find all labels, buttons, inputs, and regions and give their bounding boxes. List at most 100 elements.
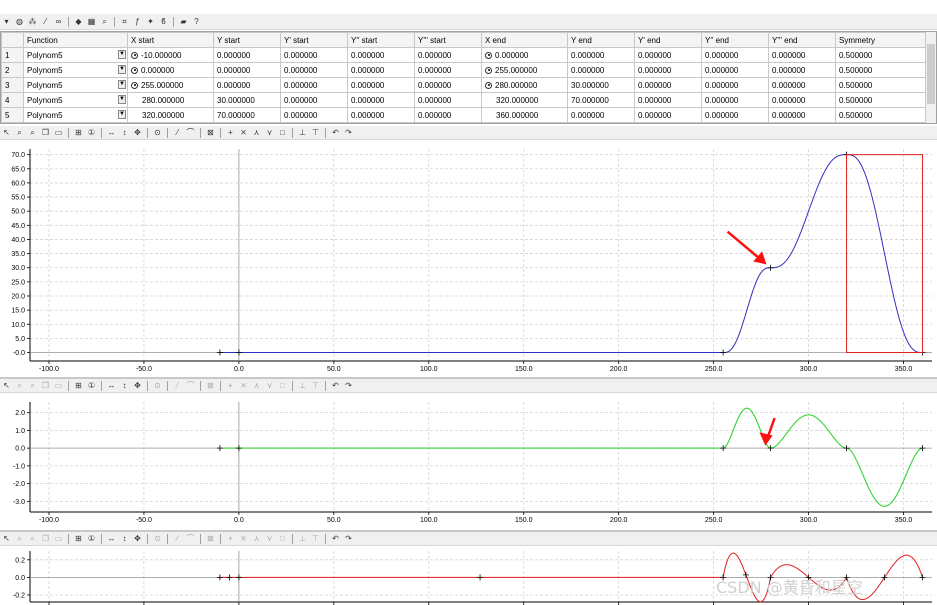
cell-y2s[interactable]: 0.000000 xyxy=(347,107,415,123)
row-number[interactable]: 3 xyxy=(1,77,24,93)
merge-icon[interactable]: ⋏ xyxy=(251,533,262,544)
split-icon[interactable]: ⨯ xyxy=(238,380,249,391)
function-dropdown-button[interactable]: ▼ xyxy=(118,50,126,59)
cell-sym[interactable]: 0.500000 xyxy=(835,77,927,93)
cell-ye[interactable]: 70.000000 xyxy=(567,92,635,108)
stretch-h-icon[interactable]: ↔ xyxy=(106,380,117,391)
cell-fn[interactable]: Polynom5 ▼ xyxy=(23,107,128,123)
merge-icon[interactable]: ⋏ xyxy=(251,380,262,391)
cell-ys[interactable]: 30.000000 xyxy=(213,92,281,108)
formula-icon[interactable]: ƒ xyxy=(132,16,143,27)
column-header[interactable]: Symmetry xyxy=(835,32,927,48)
delete-icon[interactable]: ⊠ xyxy=(205,127,216,138)
calc-icon[interactable]: ▦ xyxy=(86,16,97,27)
mirror-v-icon[interactable]: ⊤ xyxy=(310,533,321,544)
node-icon[interactable]: ✦ xyxy=(145,16,156,27)
cell-xs[interactable]: 0.000000 xyxy=(127,62,214,78)
cell-fn[interactable]: Polynom5 ▼ xyxy=(23,92,128,108)
function-dropdown-button[interactable]: ▼ xyxy=(118,95,126,104)
cell-y2e[interactable]: 0.000000 xyxy=(701,92,769,108)
table-row[interactable]: 2 Polynom5 ▼ 0.000000 0.000000 0.000000 0.0000… xyxy=(1,62,927,78)
column-header[interactable]: Y' start xyxy=(280,32,348,48)
cell-xs[interactable]: -10.000000 xyxy=(127,47,214,63)
delete-icon[interactable]: ⊠ xyxy=(205,380,216,391)
curve-icon[interactable]: ⌒ xyxy=(185,533,196,544)
stop-icon[interactable]: □ xyxy=(277,127,288,138)
cell-y1e[interactable]: 0.000000 xyxy=(634,62,702,78)
column-header[interactable]: Y'' start xyxy=(347,32,415,48)
radio-icon[interactable] xyxy=(131,51,138,59)
cell-xs[interactable]: 255.000000 xyxy=(127,77,214,93)
mirror-h-icon[interactable]: ⊥ xyxy=(297,380,308,391)
point-icon[interactable]: + xyxy=(225,533,236,544)
column-header[interactable] xyxy=(1,32,24,48)
cell-ye[interactable]: 0.000000 xyxy=(567,107,635,123)
table-scrollbar[interactable] xyxy=(925,32,936,123)
cell-y1e[interactable]: 0.000000 xyxy=(634,92,702,108)
clone-icon[interactable]: ❐ xyxy=(40,533,51,544)
cell-ys[interactable]: 0.000000 xyxy=(213,47,281,63)
velocity-chart-svg[interactable]: -100.0 -50.0 0.0 50.0 100.0 150.0 200.0 250.0 30… xyxy=(0,394,937,530)
cell-xe[interactable]: 320.000000 xyxy=(481,92,568,108)
help-icon[interactable]: ? xyxy=(191,16,202,27)
cell-sym[interactable]: 0.500000 xyxy=(835,92,927,108)
globe-icon[interactable]: ◍ xyxy=(14,16,25,27)
row-number[interactable]: 1 xyxy=(1,47,24,63)
join-icon[interactable]: ⋎ xyxy=(264,127,275,138)
info-icon[interactable]: ① xyxy=(86,380,97,391)
radio-icon[interactable] xyxy=(485,66,492,74)
cell-y3e[interactable]: 0.000000 xyxy=(768,62,836,78)
point-icon[interactable]: + xyxy=(225,380,236,391)
link-icon[interactable]: ∞ xyxy=(53,16,64,27)
cell-xs[interactable]: 320.000000 xyxy=(127,107,214,123)
cell-y1e[interactable]: 0.000000 xyxy=(634,77,702,93)
info-icon[interactable]: ① xyxy=(86,127,97,138)
join-icon[interactable]: ⋎ xyxy=(264,380,275,391)
delete-icon[interactable]: ⊠ xyxy=(205,533,216,544)
window-icon[interactable]: ▭ xyxy=(53,380,64,391)
cell-ye[interactable]: 0.000000 xyxy=(567,62,635,78)
zoom-in-icon[interactable]: ⌕ xyxy=(14,533,25,544)
row-number[interactable]: 4 xyxy=(1,92,24,108)
cell-sym[interactable]: 0.500000 xyxy=(835,47,927,63)
mirror-h-icon[interactable]: ⊥ xyxy=(297,533,308,544)
line-icon[interactable]: ⁄ xyxy=(172,127,183,138)
join-icon[interactable]: ⋎ xyxy=(264,533,275,544)
cell-ys[interactable]: 70.000000 xyxy=(213,107,281,123)
window-icon[interactable]: ▭ xyxy=(53,533,64,544)
point-icon[interactable]: + xyxy=(225,127,236,138)
table-row[interactable]: 5 Polynom5 ▼ 320.000000 70.000000 0.000000 0.0… xyxy=(1,107,927,123)
cell-y1e[interactable]: 0.000000 xyxy=(634,107,702,123)
zoom-icon[interactable]: ⌕ xyxy=(99,16,110,27)
table-row[interactable]: 4 Polynom5 ▼ 280.000000 30.000000 0.000000 0.0… xyxy=(1,92,927,108)
stop-icon[interactable]: □ xyxy=(277,533,288,544)
info-icon[interactable]: ① xyxy=(86,533,97,544)
split-icon[interactable]: ⨯ xyxy=(238,127,249,138)
wand-icon[interactable]: ⁄ xyxy=(40,16,51,27)
function-dropdown-button[interactable]: ▼ xyxy=(118,80,126,89)
cell-y2e[interactable]: 0.000000 xyxy=(701,77,769,93)
mirror-v-icon[interactable]: ⊤ xyxy=(310,380,321,391)
column-header[interactable]: Y'' end xyxy=(701,32,769,48)
view-icon[interactable]: ▾ xyxy=(1,16,12,27)
move-icon[interactable]: ✥ xyxy=(132,127,143,138)
column-header[interactable]: Y''' start xyxy=(414,32,482,48)
cell-ye[interactable]: 0.000000 xyxy=(567,47,635,63)
window-icon[interactable]: ▭ xyxy=(53,127,64,138)
line-icon[interactable]: ⁄ xyxy=(172,380,183,391)
network-icon[interactable]: ⁂ xyxy=(27,16,38,27)
clone-icon[interactable]: ❐ xyxy=(40,127,51,138)
cell-y3s[interactable]: 0.000000 xyxy=(414,62,482,78)
stop-icon[interactable]: □ xyxy=(277,380,288,391)
stretch-h-icon[interactable]: ↔ xyxy=(106,127,117,138)
cell-ye[interactable]: 30.000000 xyxy=(567,77,635,93)
curve-icon[interactable]: ⌒ xyxy=(185,380,196,391)
cell-y2s[interactable]: 0.000000 xyxy=(347,77,415,93)
row-number[interactable]: 5 xyxy=(1,107,24,123)
curve-icon[interactable]: ⌒ xyxy=(185,127,196,138)
cell-y3e[interactable]: 0.000000 xyxy=(768,92,836,108)
cell-ys[interactable]: 0.000000 xyxy=(213,62,281,78)
function-dropdown-button[interactable]: ▼ xyxy=(118,110,126,119)
stretch-h-icon[interactable]: ↔ xyxy=(106,533,117,544)
cell-y1s[interactable]: 0.000000 xyxy=(280,77,348,93)
